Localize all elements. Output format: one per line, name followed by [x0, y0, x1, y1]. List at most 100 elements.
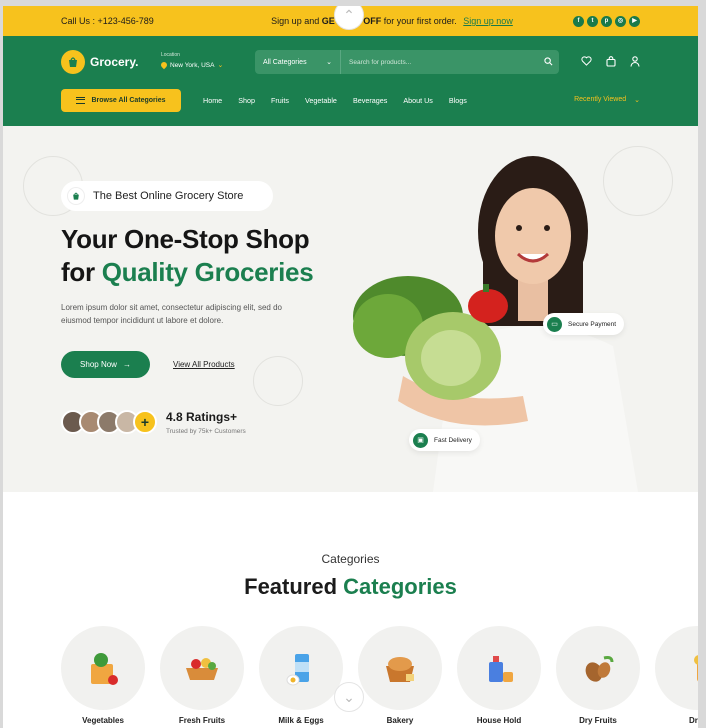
basket-icon: [61, 50, 85, 74]
dry-fruits-icon: [556, 626, 640, 710]
promo-prefix: Sign up and: [271, 16, 322, 26]
logo-text: Grocery.: [90, 55, 139, 69]
category-label: Dry Fruits: [579, 716, 617, 725]
promo-text: Sign up and GET 25% OFF for your first o…: [211, 16, 573, 26]
shopping-bag-icon[interactable]: [606, 56, 616, 70]
category-item[interactable]: Milk & Eggs: [259, 626, 343, 725]
view-all-products-link[interactable]: View All Products: [173, 360, 235, 369]
fast-delivery-card: ▣ Fast Delivery: [409, 429, 480, 451]
search-icon[interactable]: [537, 56, 559, 68]
youtube-icon[interactable]: ▶: [629, 15, 640, 27]
instagram-icon[interactable]: ◎: [615, 15, 626, 27]
facebook-icon[interactable]: f: [573, 15, 584, 27]
location-value-row: New York, USA ⌄: [159, 60, 224, 70]
recently-viewed-label: Recently Viewed: [574, 96, 627, 103]
category-label: Bakery: [386, 716, 414, 725]
categories-subtitle: Categories: [321, 552, 380, 566]
nav-shop[interactable]: Shop: [238, 96, 255, 105]
location-selector[interactable]: Location New York, USA ⌄: [159, 52, 224, 70]
location-value: New York, USA: [170, 61, 215, 69]
rating-subtext: Trusted by 75k+ Customers: [166, 428, 246, 435]
fruit-basket-icon: [160, 626, 244, 710]
category-item[interactable]: Dry Fruits: [556, 626, 640, 725]
category-label: Fresh Fruits: [178, 716, 226, 725]
headline-prefix: for: [61, 257, 102, 287]
hero-tag-text: The Best Online Grocery Store: [93, 190, 244, 202]
category-label: House Hold: [476, 716, 522, 725]
search-category-select[interactable]: All Categories ⌄: [255, 50, 341, 74]
category-label: Vegetables: [82, 716, 124, 725]
promo-suffix: for your first order.: [381, 16, 457, 26]
hero-headline: Your One-Stop Shop for Quality Groceries: [61, 223, 314, 289]
chevron-down-icon: ⌄: [326, 59, 332, 66]
nav-beverages[interactable]: Beverages: [353, 96, 387, 105]
credit-card-icon: ▭: [547, 316, 562, 332]
chevron-up-icon: ⌃: [343, 6, 355, 23]
header-icons: [581, 56, 640, 70]
hero-tag: The Best Online Grocery Store: [61, 181, 273, 211]
secure-payment-card: ▭ Secure Payment: [543, 313, 625, 335]
categories-title-highlight: Categories: [343, 574, 457, 599]
nav-blogs[interactable]: Blogs: [449, 96, 467, 105]
category-item[interactable]: Drin: [655, 626, 698, 725]
category-item[interactable]: Bakery: [358, 626, 442, 725]
category-label: Milk & Eggs: [278, 716, 324, 725]
nav-home[interactable]: Home: [203, 96, 222, 105]
headline-highlight: Quality Groceries: [101, 257, 314, 287]
category-list: Vegetables Fresh Fruits Milk & Eggs Bake…: [61, 626, 698, 725]
nav-about-us[interactable]: About Us: [403, 96, 433, 105]
arrow-right-icon: →: [122, 360, 131, 369]
bakery-icon: [358, 626, 442, 710]
main-header: Grocery. Location New York, USA ⌄ All Ca…: [3, 36, 698, 126]
nav-vegetable[interactable]: Vegetable: [305, 96, 337, 105]
headline-line-2: for Quality Groceries: [61, 256, 314, 289]
menu-icon: [76, 97, 86, 104]
call-us-text: Call Us : +123-456-789: [61, 16, 154, 26]
location-label: Location: [161, 52, 180, 58]
chevron-down-icon: ⌄: [634, 97, 640, 104]
fast-delivery-label: Fast Delivery: [434, 436, 472, 444]
logo[interactable]: Grocery.: [61, 50, 138, 74]
category-item[interactable]: Fresh Fruits: [160, 626, 244, 725]
basket-icon: [67, 187, 85, 205]
rating-value: 4.8 Ratings+: [166, 410, 238, 424]
category-item[interactable]: Vegetables: [61, 626, 145, 725]
vegetables-icon: [61, 626, 145, 710]
hero-section: The Best Online Grocery Store Your One-S…: [3, 126, 698, 492]
search-bar: All Categories ⌄: [255, 50, 559, 74]
secure-payment-label: Secure Payment: [568, 320, 617, 328]
pinterest-icon[interactable]: p: [601, 15, 612, 27]
plus-icon[interactable]: +: [133, 410, 157, 434]
category-item[interactable]: House Hold: [457, 626, 541, 725]
browse-categories-button[interactable]: Browse All Categories: [61, 89, 181, 112]
recently-viewed-dropdown[interactable]: Recently Viewed ⌄: [574, 96, 640, 104]
categories-title-prefix: Featured: [244, 574, 344, 599]
social-links: f t p ◎ ▶: [573, 15, 640, 27]
nav-fruits[interactable]: Fruits: [271, 96, 289, 105]
rating-block: 4.8 Ratings+ Trusted by 75k+ Customers: [166, 410, 246, 435]
hero-description: Lorem ipsum dolor sit amet, consectetur …: [61, 303, 282, 325]
shop-now-button[interactable]: Shop Now →: [61, 351, 150, 378]
chevron-down-icon: ⌄: [217, 62, 224, 69]
milk-eggs-icon: [259, 626, 343, 710]
twitter-icon[interactable]: t: [587, 15, 598, 27]
user-icon[interactable]: [630, 56, 640, 70]
search-category-value: All Categories: [263, 58, 307, 66]
location-pin-icon: [159, 60, 169, 70]
hero-image: ▭ Secure Payment ▣ Fast Delivery: [343, 146, 643, 492]
scroll-down-button[interactable]: ⌄: [334, 682, 364, 712]
heart-icon[interactable]: [581, 56, 592, 70]
main-nav: Home Shop Fruits Vegetable Beverages Abo…: [203, 96, 467, 105]
page: Call Us : +123-456-789 Sign up and GET 2…: [3, 6, 698, 728]
signup-link[interactable]: Sign up now: [463, 16, 513, 26]
shop-now-label: Shop Now: [80, 360, 117, 369]
headline-line-1: Your One-Stop Shop: [61, 224, 310, 254]
drinks-icon: [655, 626, 698, 710]
customer-avatars: +: [61, 410, 157, 434]
search-input[interactable]: [341, 58, 537, 66]
truck-icon: ▣: [413, 432, 428, 448]
browse-categories-label: Browse All Categories: [91, 97, 166, 104]
category-label: Drin: [689, 716, 698, 725]
household-icon: [457, 626, 541, 710]
chevron-down-icon: ⌄: [343, 688, 355, 705]
